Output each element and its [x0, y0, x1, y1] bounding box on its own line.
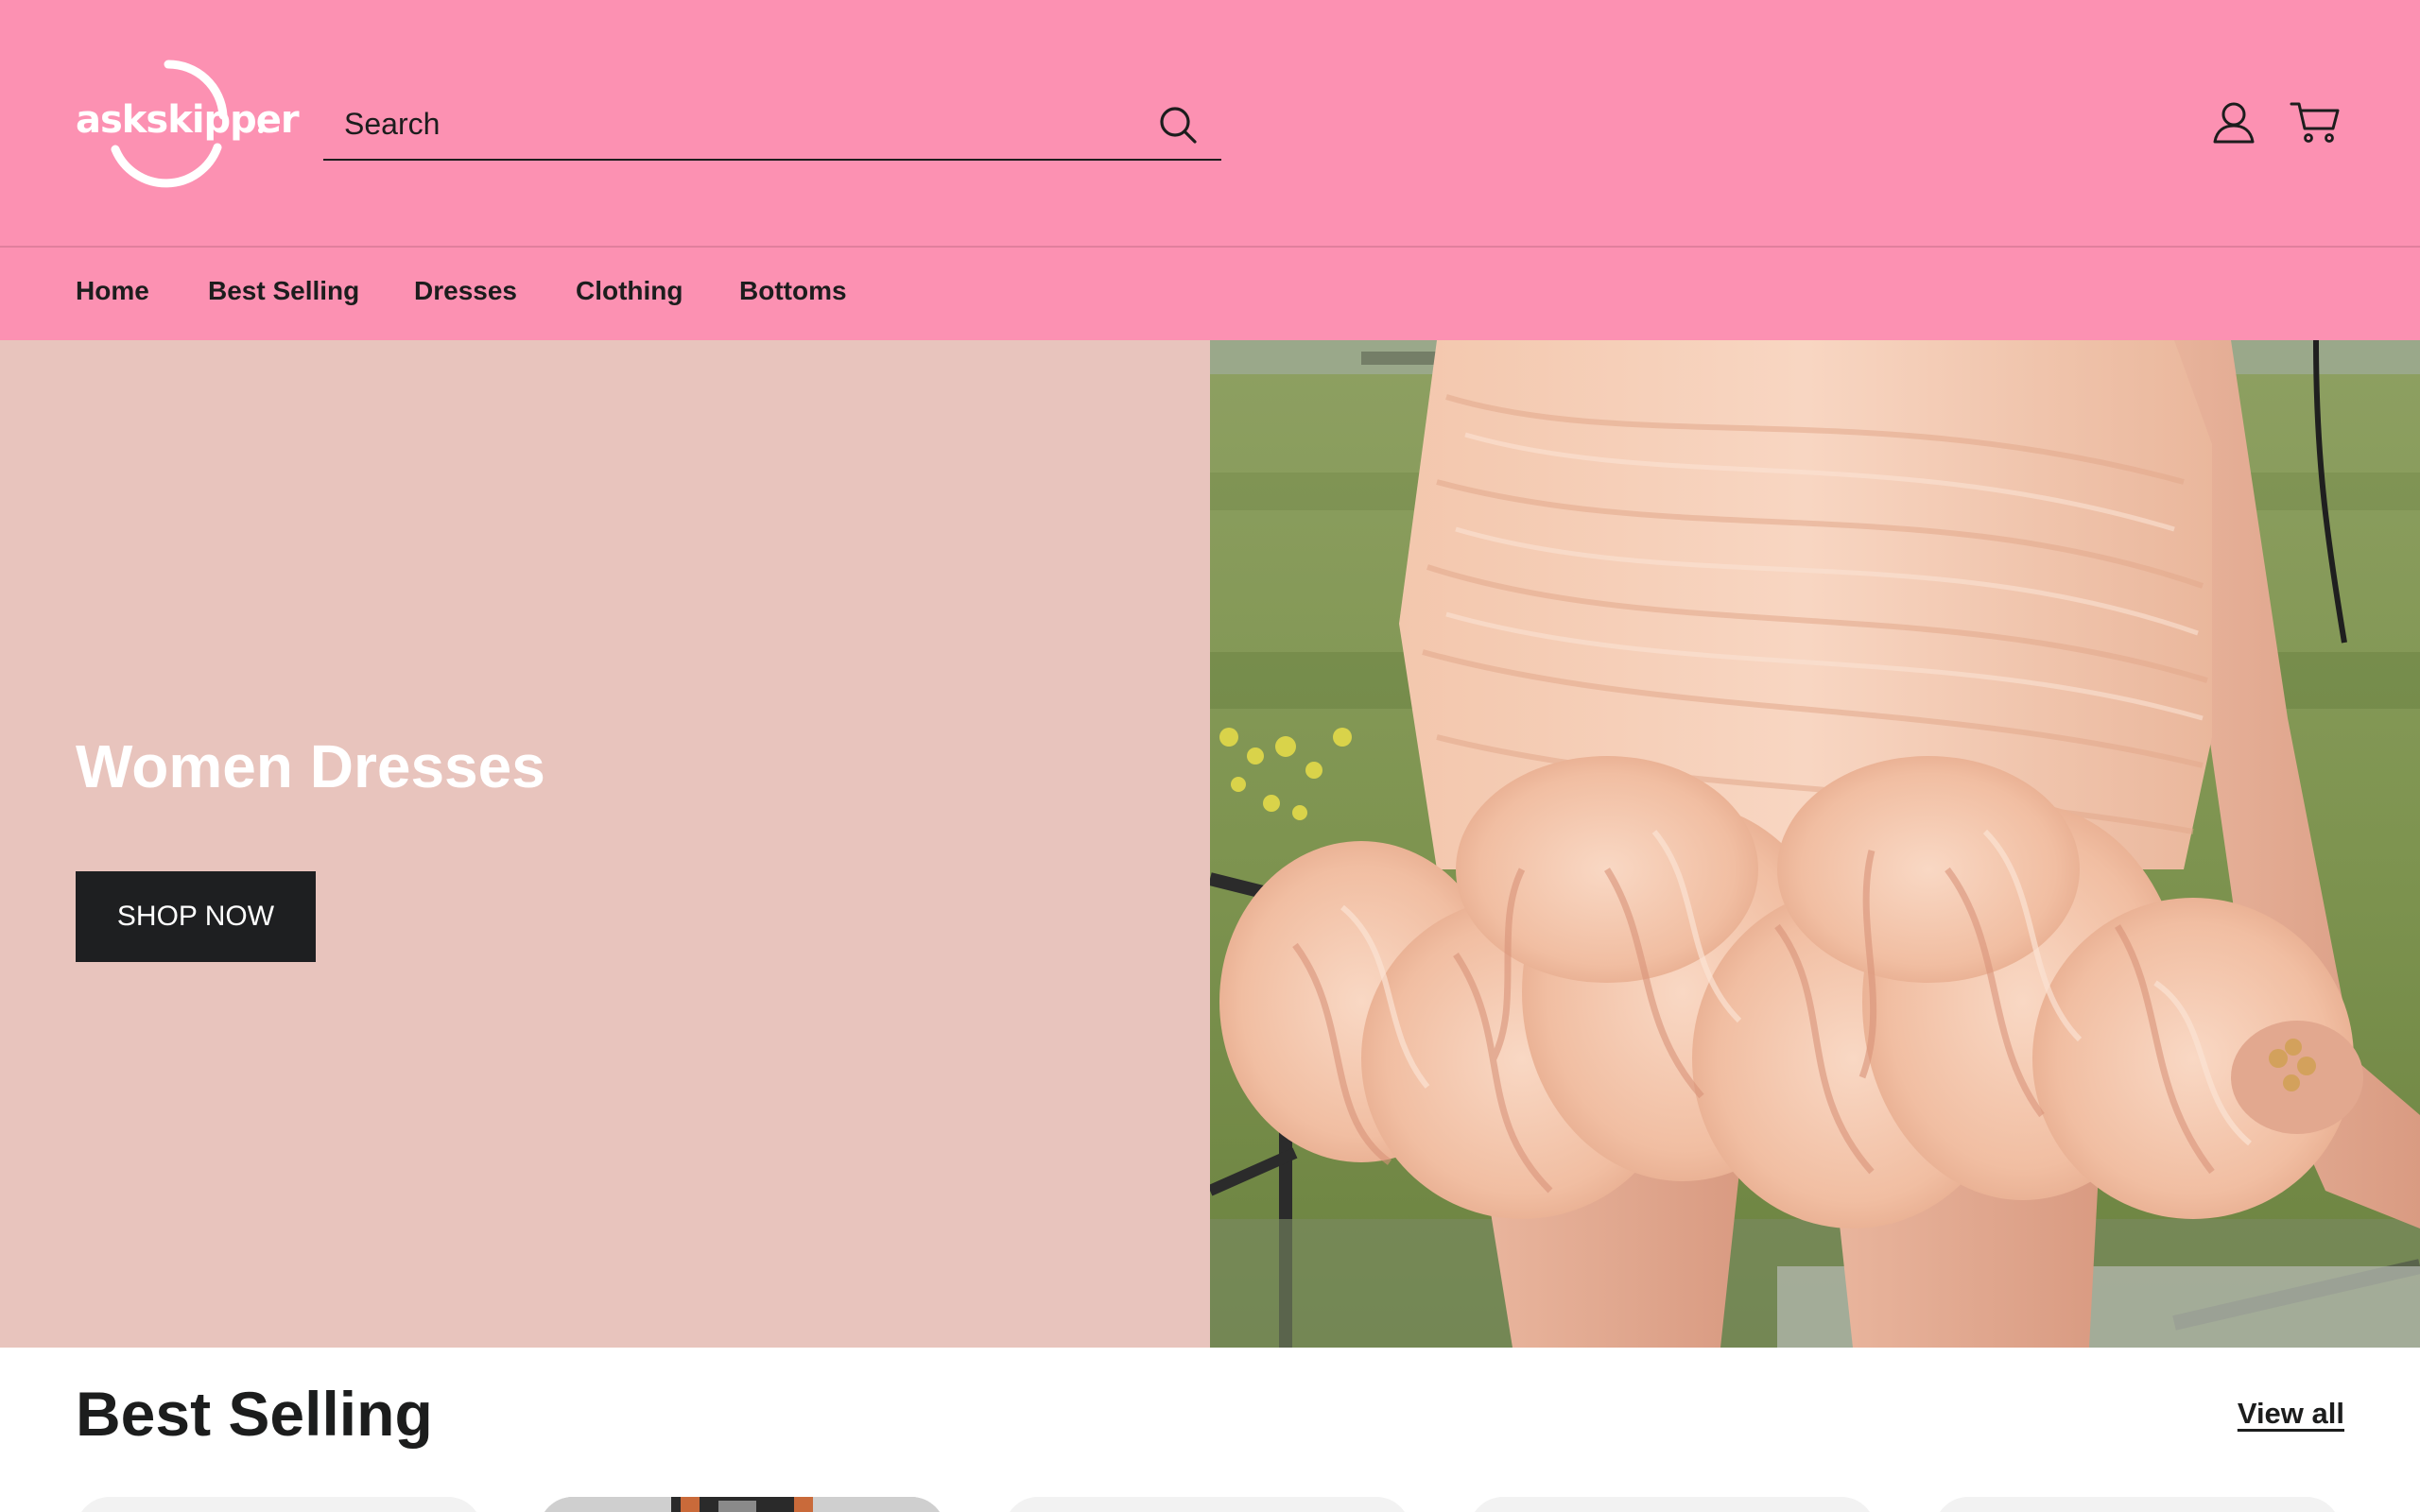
search-bar — [323, 91, 1221, 161]
nav-item-clothing[interactable]: Clothing — [576, 276, 683, 306]
header-top-bar: askskipper — [0, 0, 2420, 246]
nav-item-best-selling[interactable]: Best Selling — [208, 276, 359, 306]
search-icon[interactable] — [1157, 104, 1199, 146]
nav-item-bottoms[interactable]: Bottoms — [739, 276, 847, 306]
site-header: askskipper — [0, 0, 2420, 248]
nav-item-dresses[interactable]: Dresses — [414, 276, 517, 306]
view-all-link[interactable]: View all — [2238, 1397, 2344, 1431]
product-card[interactable] — [1934, 1497, 2341, 1512]
shop-now-button[interactable]: SHOP NOW — [76, 871, 316, 962]
search-input[interactable] — [342, 91, 1136, 157]
hero-banner: Women Dresses SHOP NOW — [0, 340, 2420, 1348]
product-card[interactable] — [1469, 1497, 1876, 1512]
best-selling-section: Best Selling View all — [0, 1348, 2420, 1512]
product-card[interactable] — [1004, 1497, 1410, 1512]
account-icon[interactable] — [2212, 100, 2256, 146]
site-logo[interactable]: askskipper — [76, 57, 300, 189]
logo-text: askskipper — [76, 98, 300, 142]
section-title: Best Selling — [76, 1379, 433, 1449]
hero-title: Women Dresses — [76, 732, 545, 800]
nav-item-home[interactable]: Home — [76, 276, 149, 306]
hero-image[interactable] — [1210, 340, 2420, 1348]
dress-photo-illustration — [1210, 340, 2420, 1348]
product-card[interactable] — [539, 1497, 945, 1512]
product-image — [539, 1497, 945, 1512]
hero-text-panel: Women Dresses SHOP NOW — [0, 340, 1210, 1348]
product-card[interactable] — [76, 1497, 482, 1512]
main-nav: Home Best Selling Dresses Clothing Botto… — [0, 248, 2420, 340]
cart-icon[interactable] — [2290, 100, 2341, 144]
